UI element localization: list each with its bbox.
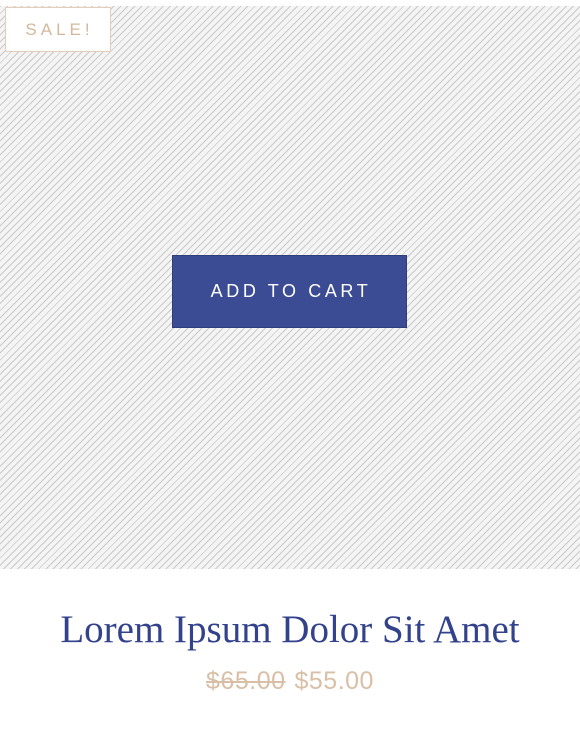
old-price: $65.00 bbox=[206, 666, 286, 695]
sale-badge: SALE! bbox=[5, 7, 111, 52]
add-to-cart-button[interactable]: ADD TO CART bbox=[172, 255, 407, 328]
price-row: $65.00 $55.00 bbox=[0, 664, 580, 698]
sale-price: $55.00 bbox=[294, 666, 374, 695]
product-card: SALE! ADD TO CART Lorem Ipsum Dolor Sit … bbox=[0, 0, 580, 743]
product-title[interactable]: Lorem Ipsum Dolor Sit Amet bbox=[0, 606, 580, 654]
